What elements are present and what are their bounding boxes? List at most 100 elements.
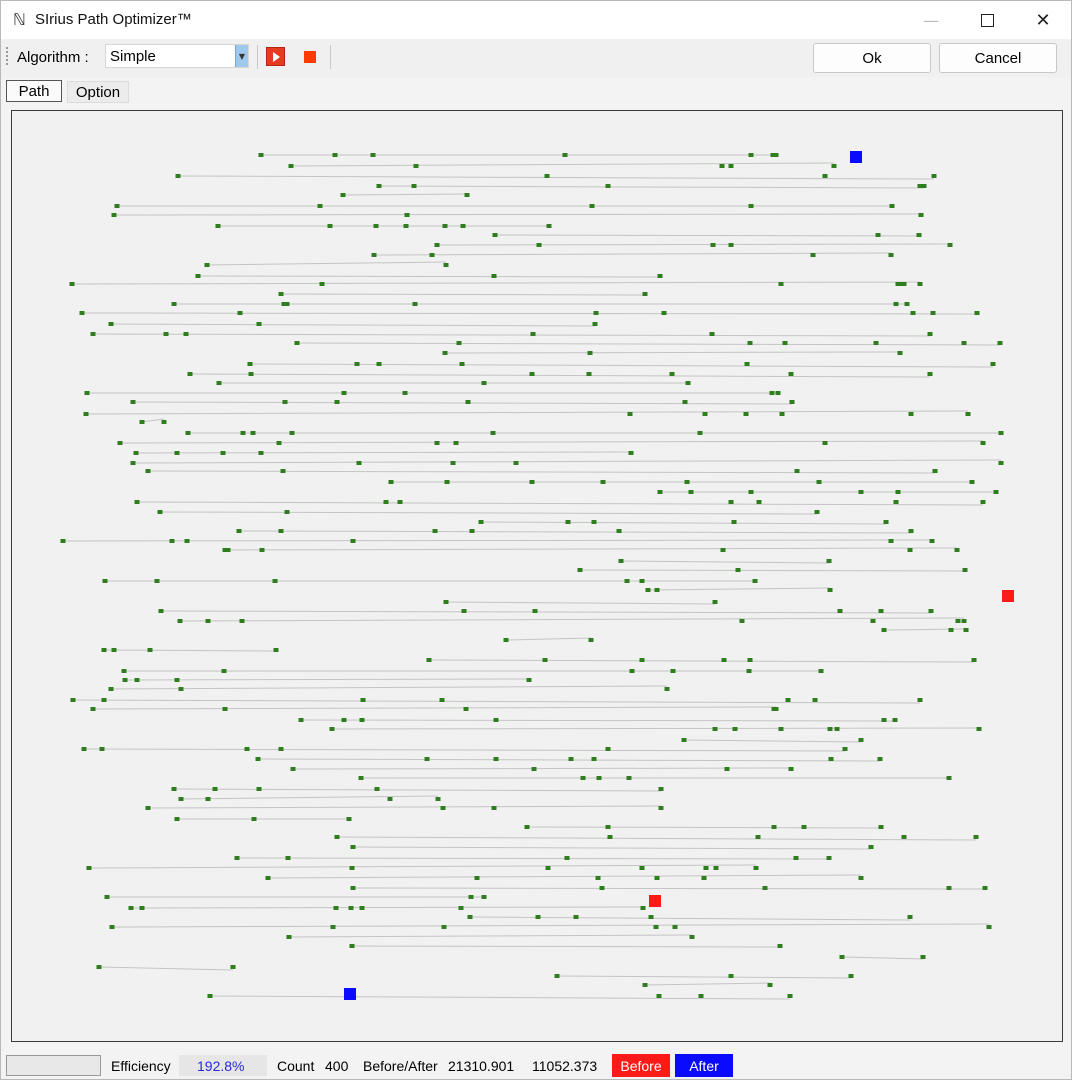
path-point <box>205 797 211 801</box>
path-point <box>901 835 907 839</box>
tab-path[interactable]: Path <box>6 80 62 102</box>
path-segment <box>883 628 967 631</box>
path-point <box>762 886 768 890</box>
path-point <box>573 915 579 919</box>
path-point <box>681 738 687 742</box>
path-point <box>529 480 535 484</box>
path-point <box>350 539 356 543</box>
path-point <box>130 461 136 465</box>
status-bar: Efficiency 192.8% Count 400 Before/After… <box>1 1051 1071 1079</box>
path-point <box>908 412 914 416</box>
path-point <box>918 213 924 217</box>
path-canvas[interactable] <box>11 110 1063 1042</box>
path-point <box>84 391 90 395</box>
path-point <box>592 322 598 326</box>
path-point <box>350 845 356 849</box>
close-button[interactable]: ✕ <box>1015 1 1071 39</box>
path-point <box>402 391 408 395</box>
before-badge[interactable]: Before <box>612 1054 670 1077</box>
path-point <box>889 204 895 208</box>
path-app-icon: ℕ <box>13 10 26 29</box>
run-button[interactable] <box>266 47 285 66</box>
path-point <box>221 669 227 673</box>
algorithm-select[interactable]: Simple ▼ <box>105 44 249 68</box>
path-point <box>333 906 339 910</box>
toolbar-grip-icon[interactable] <box>6 47 8 67</box>
optimizer-window: ℕ SIrius Path Optimizer™ — ✕ Algorithm :… <box>0 0 1072 1080</box>
path-point <box>564 856 570 860</box>
path-point <box>629 669 635 673</box>
path-segment <box>62 539 933 542</box>
path-point <box>481 895 487 899</box>
path-point <box>319 282 325 286</box>
dropdown-arrow-icon[interactable]: ▼ <box>235 45 248 67</box>
tab-option[interactable]: Option <box>67 81 129 103</box>
cancel-button[interactable]: Cancel <box>939 43 1057 73</box>
after-badge[interactable]: After <box>675 1054 733 1077</box>
minimize-button[interactable]: — <box>903 1 959 39</box>
title-bar[interactable]: ℕ SIrius Path Optimizer™ — ✕ <box>1 1 1071 39</box>
path-point <box>724 767 730 771</box>
path-point <box>145 469 151 473</box>
path-point <box>204 263 210 267</box>
path-point <box>932 469 938 473</box>
path-point <box>99 747 105 751</box>
path-point <box>930 311 936 315</box>
path-point <box>174 678 180 682</box>
path-point <box>526 678 532 682</box>
path-segment <box>83 748 846 752</box>
path-point <box>931 174 937 178</box>
path-segment <box>180 795 439 800</box>
path-point <box>596 776 602 780</box>
stop-button[interactable] <box>304 51 316 63</box>
path-point <box>788 372 794 376</box>
after-end-marker <box>344 988 356 1000</box>
path-point <box>645 588 651 592</box>
path-point <box>883 520 889 524</box>
path-point <box>980 500 986 504</box>
path-point <box>628 451 634 455</box>
maximize-button[interactable] <box>959 1 1015 39</box>
path-point <box>465 400 471 404</box>
path-point <box>654 876 660 880</box>
path-point <box>767 983 773 987</box>
path-point <box>810 253 816 257</box>
path-point <box>542 658 548 662</box>
path-point <box>440 806 446 810</box>
path-point <box>728 500 734 504</box>
path-point <box>289 431 295 435</box>
path-point <box>593 311 599 315</box>
algorithm-value: Simple <box>110 48 156 65</box>
path-segment <box>351 945 781 948</box>
path-point <box>383 500 389 504</box>
path-point <box>868 845 874 849</box>
path-point <box>251 817 257 821</box>
path-point <box>531 767 537 771</box>
path-point <box>605 747 611 751</box>
path-point <box>461 609 467 613</box>
path-point <box>682 400 688 404</box>
path-point <box>459 362 465 366</box>
path-point <box>746 669 752 673</box>
path-segment <box>206 261 447 266</box>
path-point <box>284 302 290 306</box>
ok-button[interactable]: Ok <box>813 43 931 73</box>
path-point <box>752 579 758 583</box>
path-point <box>685 381 691 385</box>
path-point <box>747 658 753 662</box>
path-point <box>513 461 519 465</box>
path-point <box>474 876 480 880</box>
path-point <box>998 431 1004 435</box>
before-after-label: Before/After <box>363 1058 438 1074</box>
path-point <box>334 400 340 404</box>
path-point <box>90 332 96 336</box>
path-segment <box>72 699 921 704</box>
path-point <box>360 698 366 702</box>
path-point <box>247 362 253 366</box>
path-point <box>230 965 236 969</box>
path-point <box>248 372 254 376</box>
path-point <box>818 669 824 673</box>
path-point <box>626 776 632 780</box>
path-point <box>908 529 914 533</box>
path-point <box>117 441 123 445</box>
